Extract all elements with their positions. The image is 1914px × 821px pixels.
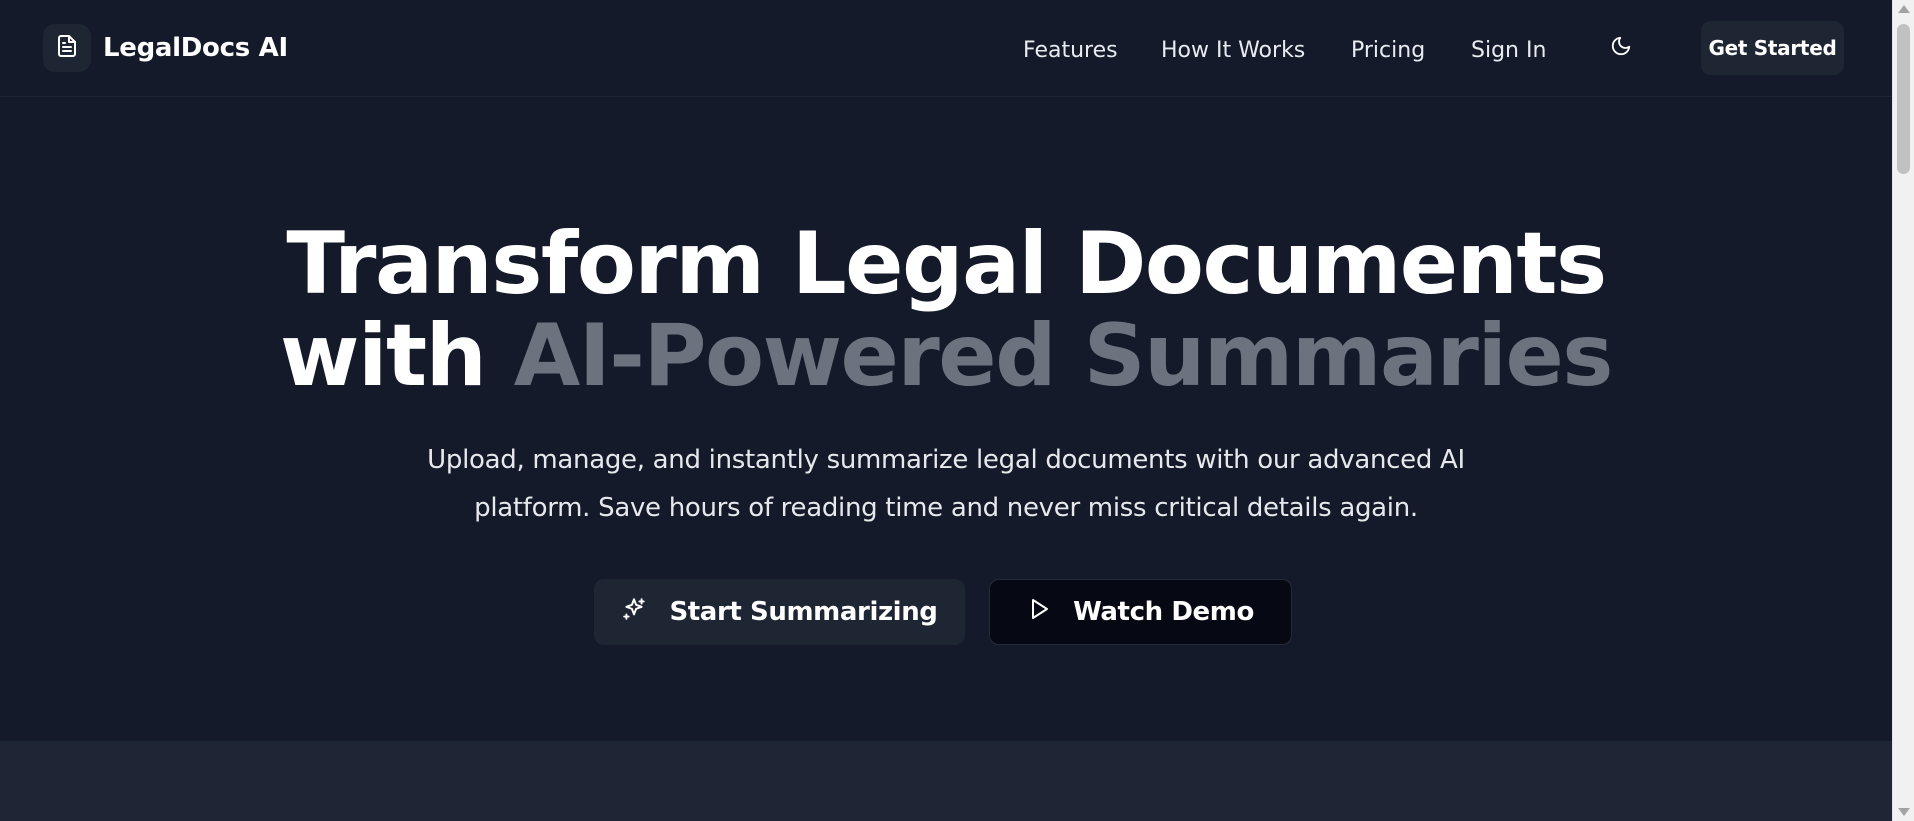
start-summarizing-label: Start Summarizing [669, 597, 938, 627]
nav-link-features[interactable]: Features [1023, 34, 1118, 66]
hero-subtitle: Upload, manage, and instantly summarize … [0, 436, 1892, 532]
brand-name: LegalDocs AI [103, 33, 288, 63]
hero-subtitle-line-2: platform. Save hours of reading time and… [474, 493, 1418, 523]
hero-subtitle-line-1: Upload, manage, and instantly summarize … [427, 445, 1465, 475]
watch-demo-label: Watch Demo [1073, 597, 1254, 627]
hero-title-prefix: with [280, 306, 487, 406]
vertical-scrollbar[interactable] [1892, 0, 1914, 821]
play-icon [1027, 597, 1073, 628]
nav-link-pricing[interactable]: Pricing [1351, 34, 1425, 66]
file-text-icon [55, 34, 79, 62]
logo-badge [43, 24, 91, 72]
nav-link-sign-in[interactable]: Sign In [1471, 34, 1546, 66]
features-section-top [0, 741, 1892, 821]
moon-icon [1610, 35, 1632, 61]
browser-viewport: LegalDocs AI Features How It Works Prici… [0, 0, 1914, 821]
hero-title: Transform Legal Documents with AI-Powere… [0, 218, 1892, 402]
hero-title-line-2: with AI-Powered Summaries [0, 310, 1892, 402]
get-started-button[interactable]: Get Started [1701, 21, 1844, 75]
site-header: LegalDocs AI Features How It Works Prici… [0, 0, 1892, 97]
scrollbar-thumb[interactable] [1897, 24, 1910, 174]
watch-demo-button[interactable]: Watch Demo [989, 579, 1292, 645]
landing-page: LegalDocs AI Features How It Works Prici… [0, 0, 1892, 821]
theme-toggle-button[interactable] [1605, 32, 1637, 64]
sparkles-icon [621, 596, 669, 629]
start-summarizing-button[interactable]: Start Summarizing [594, 579, 965, 645]
scroll-up-arrow-icon[interactable] [1898, 5, 1910, 13]
nav-link-how-it-works[interactable]: How It Works [1161, 34, 1305, 66]
brand-logo[interactable]: LegalDocs AI [43, 24, 288, 72]
hero-title-accent: AI-Powered Summaries [513, 306, 1614, 406]
scroll-down-arrow-icon[interactable] [1898, 808, 1910, 816]
hero-title-line-1: Transform Legal Documents [286, 214, 1607, 314]
